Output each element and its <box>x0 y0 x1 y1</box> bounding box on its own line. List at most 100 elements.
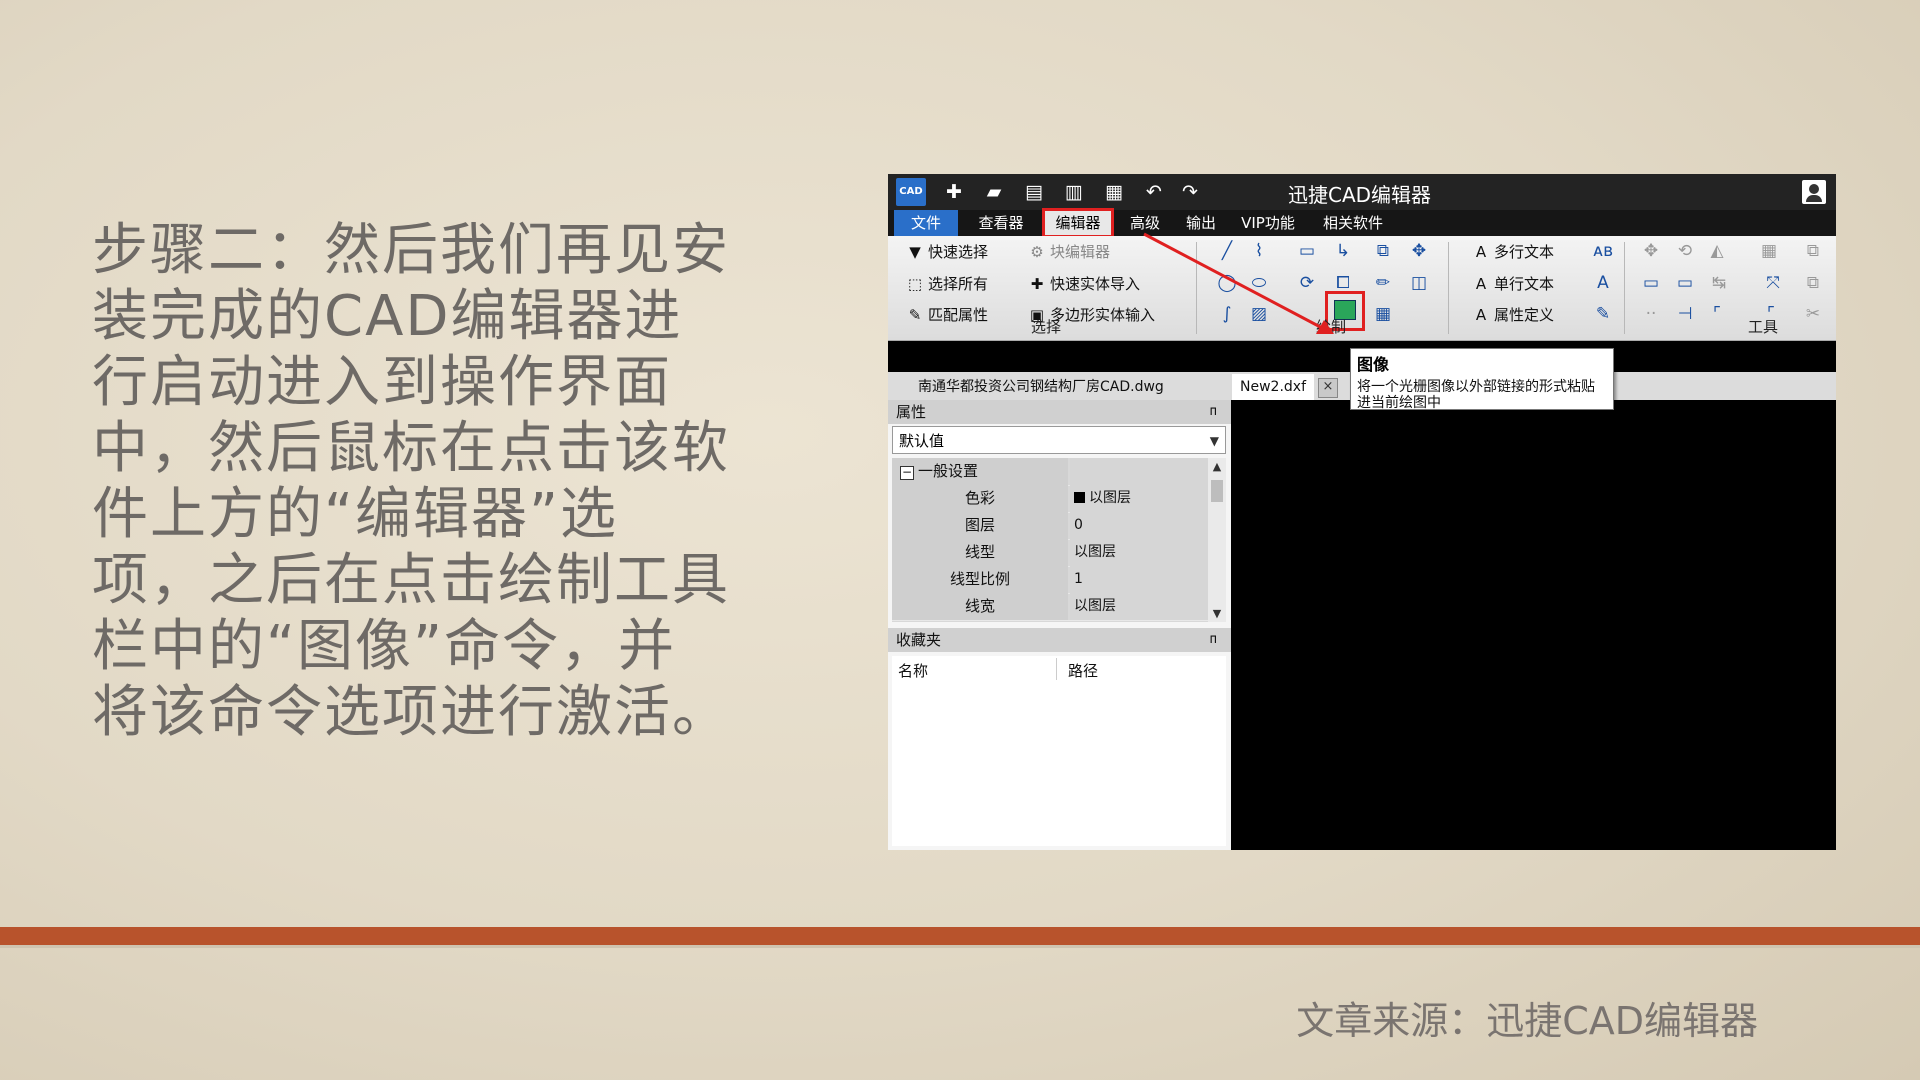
match-properties-button[interactable]: ✎ 匹配属性 <box>906 303 988 327</box>
attdef-label: 属性定义 <box>1494 306 1555 324</box>
block-insert-icon[interactable]: ⧉ <box>1372 240 1394 262</box>
region-icon[interactable]: ◫ <box>1408 272 1430 294</box>
footer-line <box>0 945 1920 948</box>
stext-button[interactable]: A 单行文本 <box>1472 272 1554 296</box>
title-bar: CAD ✚ ▰ ▤ ▥ ▦ ↶ ↷ 迅捷CAD编辑器 <box>888 174 1836 210</box>
drawing-canvas[interactable] <box>1231 400 1836 850</box>
quick-select-button[interactable]: ▼ 快速选择 <box>906 240 988 264</box>
property-name: 线宽 <box>892 593 1068 620</box>
scroll-down-icon[interactable]: ▼ <box>1208 607 1226 620</box>
frame-icon[interactable]: ▭ <box>1674 272 1696 294</box>
window-tool-icon[interactable]: ▭ <box>1640 272 1662 294</box>
tab-new2-dxf[interactable]: New2.dxf <box>1232 374 1314 400</box>
section-row[interactable]: − 一般设置 <box>892 458 1208 486</box>
properties-select[interactable]: 默认值 ▼ <box>892 426 1226 454</box>
dotline-icon[interactable]: ·· <box>1640 303 1662 325</box>
point-icon[interactable]: ✥ <box>1408 240 1430 262</box>
attdef-button[interactable]: A 属性定义 <box>1472 303 1554 327</box>
menu-viewer[interactable]: 查看器 <box>968 210 1034 236</box>
section-name: − 一般设置 <box>892 458 1068 485</box>
user-icon[interactable] <box>1802 180 1826 204</box>
tooltip-title: 图像 <box>1357 355 1390 374</box>
column-header-name[interactable]: 名称 <box>898 660 928 681</box>
mirror-icon[interactable]: ◭ <box>1706 240 1728 262</box>
property-value[interactable]: 以图层 <box>1070 539 1208 566</box>
property-value-text: 以图层 <box>1089 490 1131 506</box>
window-title: 迅捷CAD编辑器 <box>1288 183 1432 207</box>
app-logo[interactable]: CAD <box>896 178 926 206</box>
text-style-icon[interactable]: ᴀʙ <box>1592 240 1614 262</box>
block-editor-button[interactable]: ⚙ 块编辑器 <box>1028 240 1110 264</box>
trim-icon[interactable]: ✂ <box>1802 303 1824 325</box>
close-tab-icon[interactable]: × <box>1318 378 1338 398</box>
property-scrollbar[interactable]: ▲ ▼ <box>1208 458 1226 622</box>
ribbon-toolbar: ▼ 快速选择 ⬚ 选择所有 ✎ 匹配属性 ⚙ 块编辑器 ✚ 快速实体导入 ▣ 多边形实体输入… <box>888 236 1836 341</box>
select-all-button[interactable]: ⬚ 选择所有 <box>906 272 988 296</box>
ribbon-separator <box>1448 242 1449 334</box>
property-row[interactable]: 线型比例 1 <box>892 566 1208 594</box>
tab-dwg-file[interactable]: 南通华都投资公司钢结构厂房CAD.dwg <box>910 374 1172 400</box>
pencil-icon[interactable]: ✏ <box>1372 272 1394 294</box>
select-all-icon: ⬚ <box>907 275 923 293</box>
pin-icon[interactable]: ᴨ <box>1210 400 1217 424</box>
slide-body-text: 步骤二：然后我们再见安装完成的CAD编辑器进行启动进入到操作界面中，然后鼠标在点… <box>92 218 730 745</box>
text-edit-icon[interactable]: A <box>1592 272 1614 294</box>
tooltip-description: 将一个光栅图像以外部链接的形式粘贴进当前绘图中 <box>1357 379 1595 411</box>
column-divider[interactable] <box>1056 658 1057 680</box>
footer-band <box>0 927 1920 945</box>
property-value[interactable]: 以图层 <box>1070 593 1208 620</box>
extend-icon[interactable]: ⊣ <box>1674 303 1696 325</box>
cad-window: CAD ✚ ▰ ▤ ▥ ▦ ↶ ↷ 迅捷CAD编辑器 文件 查看器 编辑器 高级… <box>888 174 1836 850</box>
menu-editor[interactable]: 编辑器 <box>1042 208 1114 238</box>
quick-select-label: 快速选择 <box>928 243 989 261</box>
property-row[interactable]: 图层 0 <box>892 512 1208 540</box>
properties-title: 属性 <box>896 403 927 421</box>
explode-icon[interactable]: ⧉ <box>1802 272 1824 294</box>
property-row[interactable]: 线宽 以图层 <box>892 593 1208 621</box>
measure-icon[interactable]: ⤧ <box>1762 272 1784 294</box>
funnel-icon: ▼ <box>909 243 921 261</box>
column-header-path[interactable]: 路径 <box>1068 660 1098 681</box>
mtext-label: 多行文本 <box>1494 243 1555 261</box>
rotate-tool-icon[interactable]: ⟲ <box>1674 240 1696 262</box>
save-as-icon[interactable]: ▥ <box>1062 180 1086 204</box>
property-row[interactable]: 线型 以图层 <box>892 539 1208 567</box>
new-icon[interactable]: ✚ <box>942 180 966 204</box>
open-folder-icon[interactable]: ▰ <box>982 180 1006 204</box>
redo-icon[interactable]: ↷ <box>1178 180 1202 204</box>
properties-select-value: 默认值 <box>899 432 945 450</box>
stext-label: 单行文本 <box>1494 275 1555 293</box>
section-label: 一般设置 <box>918 462 979 480</box>
pin-icon[interactable]: ᴨ <box>1210 628 1217 652</box>
property-row[interactable]: 色彩 以图层 <box>892 485 1208 513</box>
property-value[interactable]: 0 <box>1070 512 1208 539</box>
quick-import-button[interactable]: ✚ 快速实体导入 <box>1028 272 1140 296</box>
scroll-thumb[interactable] <box>1211 480 1223 502</box>
match-properties-label: 匹配属性 <box>928 306 989 324</box>
array-icon[interactable]: ▦ <box>1758 240 1780 262</box>
scroll-up-icon[interactable]: ▲ <box>1208 460 1226 473</box>
fillet-icon[interactable]: ⌜ <box>1706 303 1728 325</box>
tools-group-label: 工具 <box>1748 318 1779 336</box>
menu-file[interactable]: 文件 <box>894 210 958 236</box>
property-value[interactable]: 1 <box>1070 566 1208 593</box>
annotation-arrow <box>1143 232 1334 334</box>
property-grid: − 一般设置 色彩 以图层 图层 0 线型 以图层 线型比例 1 线宽 以图层 <box>892 458 1208 622</box>
block-editor-label: 块编辑器 <box>1050 243 1111 261</box>
save-icon[interactable]: ▤ <box>1022 180 1046 204</box>
undo-icon[interactable]: ↶ <box>1142 180 1166 204</box>
move-icon[interactable]: ✥ <box>1640 240 1662 262</box>
quick-import-label: 快速实体导入 <box>1050 275 1141 293</box>
block-editor-icon: ⚙ <box>1030 243 1044 261</box>
print-icon[interactable]: ▦ <box>1102 180 1126 204</box>
property-value[interactable]: 以图层 <box>1070 485 1208 512</box>
property-name: 线型 <box>892 539 1068 566</box>
table-icon[interactable]: ▦ <box>1372 303 1394 325</box>
scale-icon[interactable]: ⧉ <box>1802 240 1824 262</box>
properties-header: 属性 ᴨ <box>888 400 1231 424</box>
brush-icon: ✎ <box>908 306 922 324</box>
collapse-icon[interactable]: − <box>900 466 914 480</box>
mtext-button[interactable]: A 多行文本 <box>1472 240 1554 264</box>
text-modify-icon[interactable]: ✎ <box>1592 303 1614 325</box>
offset-icon[interactable]: ↹ <box>1708 272 1730 294</box>
